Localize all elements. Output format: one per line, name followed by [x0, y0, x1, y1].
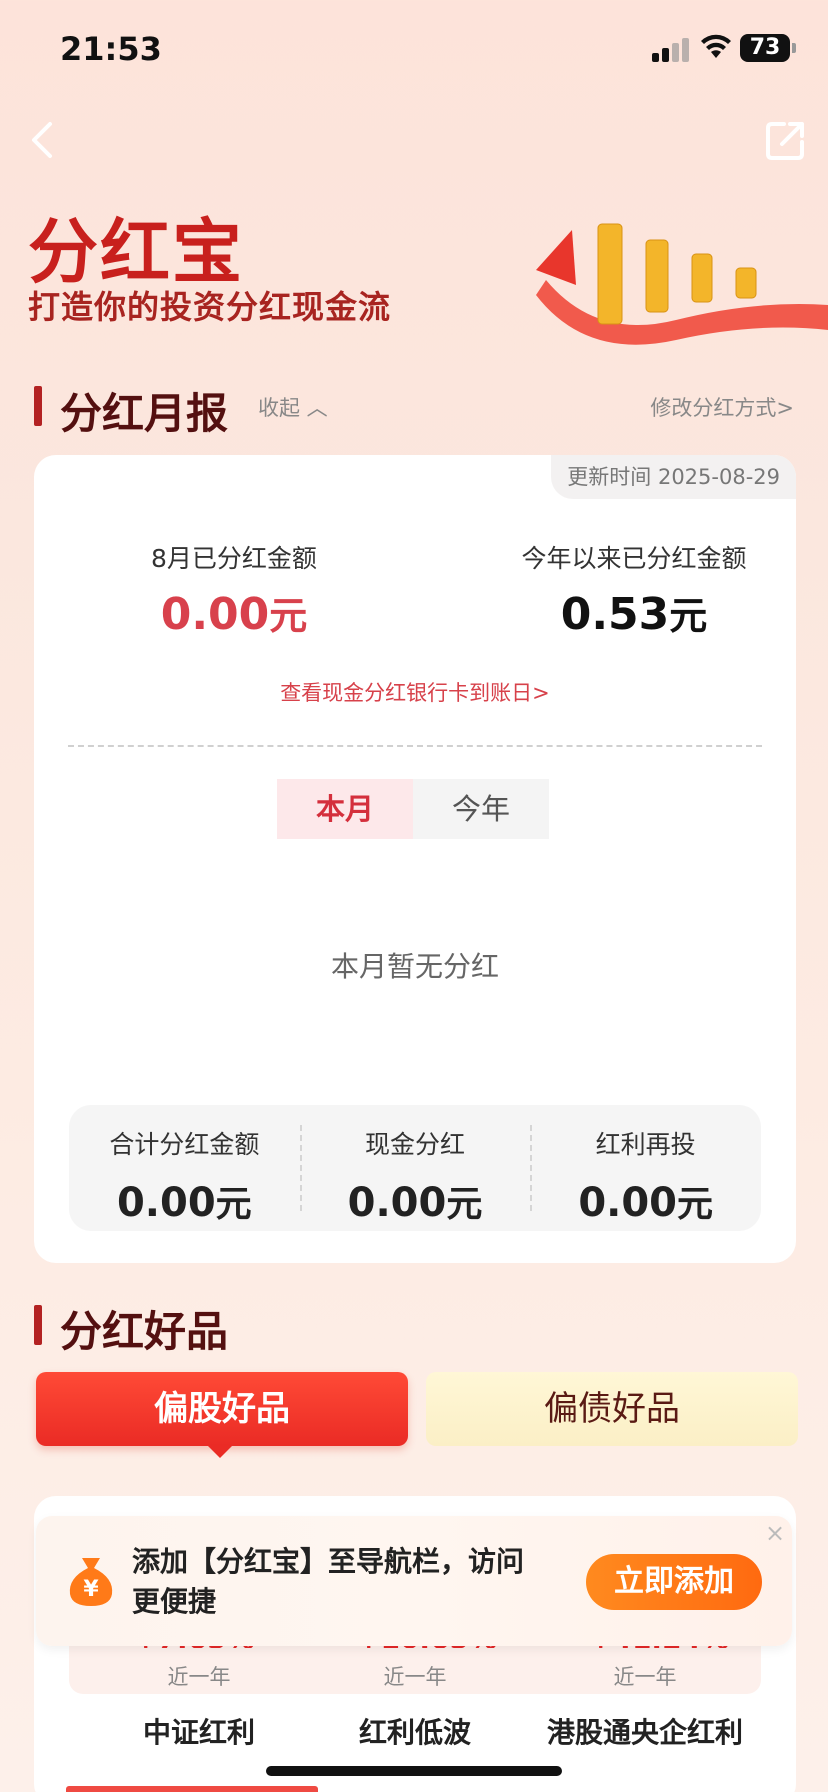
section-title-good-products: 分红好品: [60, 1307, 229, 1356]
money-bag-icon: ¥: [69, 1558, 113, 1606]
fund-period: 近一年: [383, 1665, 447, 1689]
signal-icon: [652, 38, 692, 62]
modify-dividend-method-link[interactable]: 修改分红方式>: [650, 392, 794, 422]
fund-name[interactable]: 中证红利: [84, 1711, 314, 1751]
coins-arrow-illustration: [536, 223, 828, 345]
collapse-button[interactable]: 收起 ︿: [258, 392, 328, 422]
back-button[interactable]: [24, 118, 64, 162]
summary-total: 合计分红金额 0.00元: [69, 1105, 300, 1231]
year-dividend-amount: 0.53: [560, 589, 670, 640]
summary-reinvest-unit: 元: [677, 1184, 714, 1225]
fund-period: 近一年: [167, 1665, 231, 1689]
bottom-tab-indicator: [66, 1786, 318, 1792]
summary-total-value: 0.00元: [69, 1175, 300, 1227]
close-icon[interactable]: ×: [762, 1520, 788, 1546]
year-dividend-value: 0.53元: [464, 585, 804, 640]
summary-cash-label: 现金分红: [365, 1130, 466, 1159]
battery-nub: [792, 43, 796, 53]
share-button[interactable]: [762, 116, 810, 164]
section-title-monthly-report: 分红月报: [60, 389, 229, 438]
fund-name[interactable]: 红利低波: [300, 1711, 530, 1751]
summary-reinvest: 红利再投 0.00元: [530, 1105, 761, 1231]
summary-reinvest-label: 红利再投: [595, 1130, 696, 1159]
summary-cash-value: 0.00元: [300, 1175, 531, 1227]
page-subtitle: 打造你的投资分红现金流: [28, 288, 392, 326]
tab-pointer: [206, 1444, 234, 1458]
tab-this-month[interactable]: 本月: [277, 779, 413, 839]
monthly-report-card: 更新时间 2025-08-29 8月已分红金额 0.00元 今年以来已分红金额 …: [34, 455, 796, 1263]
status-time: 21:53: [60, 30, 162, 68]
summary-total-unit: 元: [215, 1184, 252, 1225]
bank-card-arrival-link[interactable]: 查看现金分红银行卡到账日>: [34, 677, 796, 707]
summary-total-amount: 0.00: [116, 1180, 216, 1226]
tab-this-year[interactable]: 今年: [413, 779, 549, 839]
month-dividend-amount: 0.00: [160, 589, 270, 640]
dashed-divider: [68, 745, 762, 747]
status-bar: 21:53 73: [0, 0, 828, 100]
fund-period: 近一年: [613, 1665, 677, 1689]
summary-reinvest-amount: 0.00: [578, 1180, 678, 1226]
period-segmented-control: 本月 今年: [277, 779, 549, 839]
month-dividend-label: 8月已分红金额: [151, 544, 317, 573]
wifi-icon: [701, 34, 731, 58]
add-now-button[interactable]: 立即添加: [586, 1554, 762, 1610]
summary-total-label: 合计分红金额: [109, 1130, 260, 1159]
fund-name[interactable]: 港股通央企红利: [530, 1711, 760, 1751]
summary-cash: 现金分红 0.00元: [299, 1105, 531, 1231]
summary-cash-amount: 0.00: [347, 1180, 447, 1226]
battery-icon: 73: [740, 34, 790, 62]
year-dividend-label: 今年以来已分红金额: [521, 544, 747, 573]
svg-text:¥: ¥: [83, 1577, 99, 1602]
home-indicator[interactable]: [266, 1766, 562, 1776]
tab-bond-products[interactable]: 偏债好品: [426, 1372, 798, 1446]
month-dividend-value: 0.00元: [64, 585, 404, 640]
section-marker: [34, 1305, 42, 1345]
banner-text: 添加【分红宝】至导航栏，访问更便捷: [132, 1545, 525, 1618]
year-dividend-unit: 元: [669, 594, 708, 638]
summary-reinvest-value: 0.00元: [530, 1175, 761, 1227]
add-to-nav-banner: ¥ 添加【分红宝】至导航栏，访问更便捷 立即添加 ×: [36, 1516, 792, 1646]
empty-state-text: 本月暂无分红: [330, 950, 499, 983]
dividend-summary: 合计分红金额 0.00元 现金分红 0.00元 红利再投 0.00元: [69, 1105, 761, 1231]
section-marker: [34, 386, 42, 426]
summary-cash-unit: 元: [446, 1184, 483, 1225]
update-time-tag: 更新时间 2025-08-29: [551, 455, 796, 499]
month-dividend-unit: 元: [269, 594, 308, 638]
tab-equity-products[interactable]: 偏股好品: [36, 1372, 408, 1446]
